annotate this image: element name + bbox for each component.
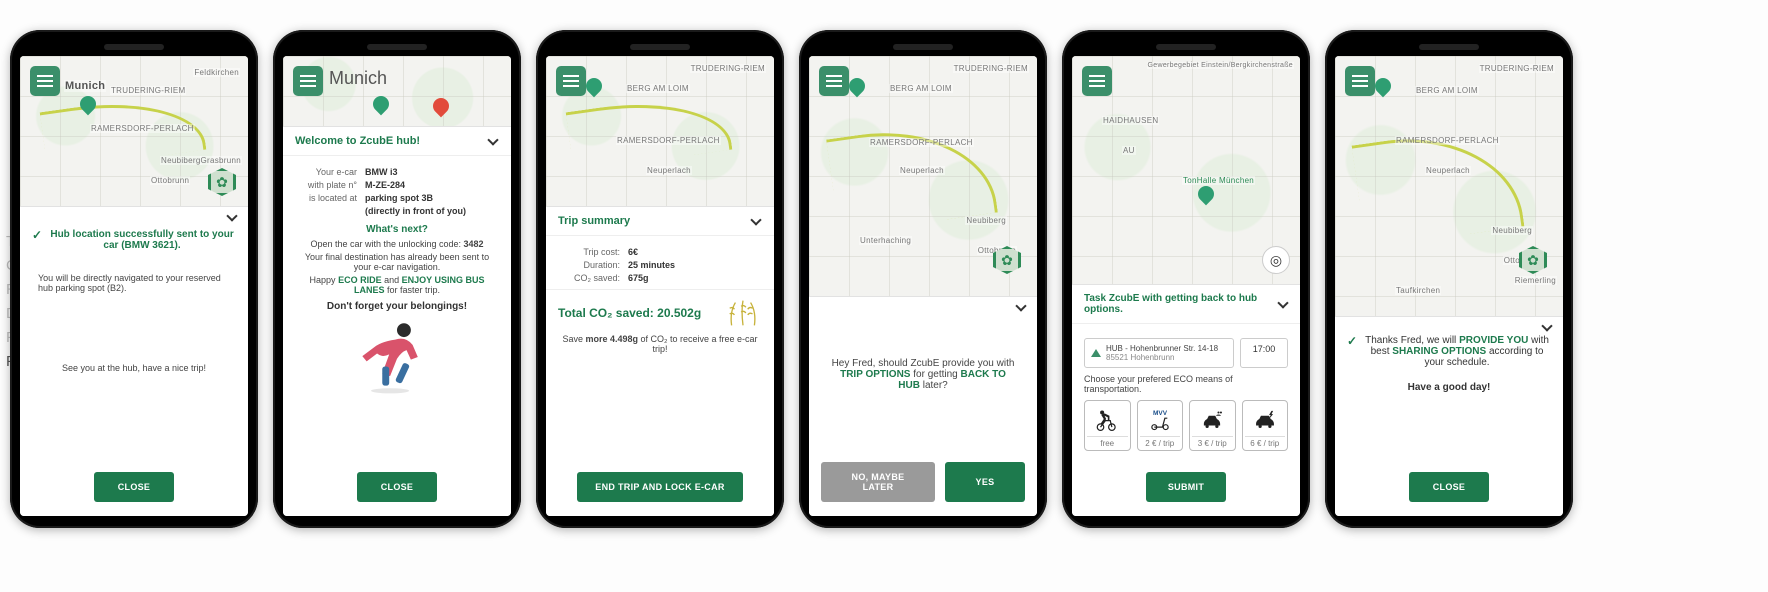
map[interactable]: Munich Feldkirchen TRUDERING-RIEM RAMERS…: [20, 56, 248, 206]
phone-speaker: [1156, 44, 1216, 50]
collapse-icon[interactable]: [750, 215, 762, 227]
screen-task-return: Gewerbegebiet Einstein/Bergkirchenstraße…: [1072, 56, 1300, 516]
confirmation-text: Hub location successfully sent to your c…: [48, 229, 236, 251]
phone-1: Munich Feldkirchen TRUDERING-RIEM RAMERS…: [10, 30, 258, 528]
collapse-icon[interactable]: [487, 135, 499, 147]
map-pin-dest-icon: [430, 95, 453, 118]
mode-mvv-scooter[interactable]: MVV 2 € / trip: [1137, 400, 1184, 451]
info-text: You will be directly navigated to your r…: [32, 273, 236, 293]
phone-2: Munich Welcome to ZcubE hub! Your e-carB…: [273, 30, 521, 528]
screen-trip-summary: TRUDERING-RIEM BERG AM LOIM RAMERSDORF-P…: [546, 56, 774, 516]
runner-illustration: [295, 318, 499, 399]
phone-5: Gewerbegebiet Einstein/Bergkirchenstraße…: [1062, 30, 1310, 528]
collapse-icon[interactable]: [1277, 298, 1288, 310]
check-icon: ✓: [1347, 335, 1357, 347]
locate-me-button[interactable]: ◎: [1262, 246, 1290, 274]
no-button[interactable]: NO, MAYBE LATER: [821, 462, 935, 502]
bottom-sheet: ✓ Thanks Fred, we will PROVIDE YOU with …: [1335, 316, 1563, 516]
bottom-sheet: Welcome to ZcubE hub! Your e-carBMW i3 w…: [283, 126, 511, 516]
submit-button[interactable]: SUBMIT: [1146, 472, 1226, 502]
map[interactable]: Munich: [283, 56, 511, 126]
phone-speaker: [630, 44, 690, 50]
destination-field[interactable]: HUB - Hohenbrunner Str. 14-18 85521 Hohe…: [1084, 338, 1234, 368]
phone-3: TRUDERING-RIEM BERG AM LOIM RAMERSDORF-P…: [536, 30, 784, 528]
hub-marker-icon: ✿: [208, 168, 236, 196]
mode-walk-bike[interactable]: free: [1084, 400, 1131, 451]
whats-next-heading: What's next?: [295, 224, 499, 235]
menu-button[interactable]: [1345, 66, 1375, 96]
transport-modes: free MVV 2 € / trip 3 € / trip 6 € /: [1084, 400, 1288, 451]
map-pin-start-icon: [583, 75, 606, 98]
mode-ride-share[interactable]: 3 € / trip: [1189, 400, 1236, 451]
hub-marker-icon: ✿: [1519, 246, 1547, 274]
end-trip-button[interactable]: END TRIP AND LOCK E-CAR: [577, 472, 742, 502]
good-day-text: Have a good day!: [1347, 382, 1551, 393]
menu-button[interactable]: [30, 66, 60, 96]
mvv-scooter-icon: MVV: [1147, 405, 1173, 433]
phone-6: TRUDERING-RIEM BERG AM LOIM RAMERSDORF-P…: [1325, 30, 1573, 528]
phone-mockup-row: Munich Feldkirchen TRUDERING-RIEM RAMERS…: [10, 30, 1573, 528]
screen-trip-options-prompt: TRUDERING-RIEM BERG AM LOIM RAMERSDORF-P…: [809, 56, 1037, 516]
mode-price: 2 € / trip: [1140, 436, 1181, 448]
menu-button[interactable]: [293, 66, 323, 96]
save-more-text: Save more 4.498g of CO₂ to receive a fre…: [558, 334, 762, 354]
mode-e-car[interactable]: 6 € / trip: [1242, 400, 1289, 451]
map-pin-dest-icon: [1195, 183, 1218, 206]
bottom-sheet: Trip summary Trip cost:6€ Duration:25 mi…: [546, 206, 774, 516]
close-button[interactable]: CLOSE: [94, 472, 174, 502]
belongings-reminder: Don't forget your belongings!: [295, 301, 499, 312]
city-title: Munich: [329, 68, 387, 89]
wheat-icon: [724, 298, 762, 328]
map[interactable]: TRUDERING-RIEM BERG AM LOIM RAMERSDORF-P…: [546, 56, 774, 206]
bottom-sheet: ✓ Hub location successfully sent to your…: [20, 206, 248, 516]
screen-hub-sent: Munich Feldkirchen TRUDERING-RIEM RAMERS…: [20, 56, 248, 516]
map-city-label: Munich: [64, 80, 106, 92]
map[interactable]: TRUDERING-RIEM BERG AM LOIM RAMERSDORF-P…: [1335, 56, 1563, 316]
eco-ride-text: Happy ECO RIDE and ENJOY USING BUS LANES…: [295, 275, 499, 295]
phone-speaker: [893, 44, 953, 50]
mode-price: 6 € / trip: [1245, 436, 1286, 448]
phone-4: TRUDERING-RIEM BERG AM LOIM RAMERSDORF-P…: [799, 30, 1047, 528]
mode-price: 3 € / trip: [1192, 436, 1233, 448]
check-icon: ✓: [32, 229, 42, 241]
bottom-sheet: Hey Fred, should ZcubE provide you with …: [809, 296, 1037, 516]
close-button[interactable]: CLOSE: [1409, 472, 1489, 502]
menu-button[interactable]: [1082, 66, 1112, 96]
destination-pin-icon: [1091, 349, 1101, 357]
mode-price: free: [1087, 436, 1128, 448]
map-pin-start-icon: [846, 75, 869, 98]
map-pin-start-icon: [370, 93, 393, 116]
choose-mode-text: Choose your prefered ECO means of transp…: [1084, 374, 1288, 394]
unlock-instruction: Open the car with the unlocking code: 34…: [295, 239, 499, 249]
yes-button[interactable]: YES: [945, 462, 1025, 502]
total-co2-line: Total CO₂ saved: 20.502g: [558, 298, 762, 328]
nav-sent-text: Your final destination has already been …: [295, 252, 499, 272]
collapse-icon[interactable]: [1541, 321, 1553, 333]
phone-speaker: [1419, 44, 1479, 50]
menu-button[interactable]: [819, 66, 849, 96]
sheet-title: Trip summary: [558, 215, 630, 227]
map-pin-start-icon: [1372, 75, 1395, 98]
confirmation-text: Thanks Fred, we will PROVIDE YOU with be…: [1363, 335, 1551, 368]
map[interactable]: TRUDERING-RIEM BERG AM LOIM RAMERSDORF-P…: [809, 56, 1037, 296]
prompt-text: Hey Fred, should ZcubE provide you with …: [821, 358, 1025, 391]
bottom-sheet: Task ZcubE with getting back to hub opti…: [1072, 284, 1300, 516]
screen-confirmation: TRUDERING-RIEM BERG AM LOIM RAMERSDORF-P…: [1335, 56, 1563, 516]
collapse-icon[interactable]: [1015, 301, 1027, 313]
sheet-title: Welcome to ZcubE hub!: [295, 135, 420, 147]
farewell-text: See you at the hub, have a nice trip!: [32, 363, 236, 373]
screen-welcome-hub: Munich Welcome to ZcubE hub! Your e-carB…: [283, 56, 511, 516]
e-car-icon: [1252, 405, 1278, 433]
svg-text:MVV: MVV: [1153, 410, 1168, 417]
menu-button[interactable]: [556, 66, 586, 96]
sheet-title: Task ZcubE with getting back to hub opti…: [1084, 293, 1277, 315]
map[interactable]: Gewerbegebiet Einstein/Bergkirchenstraße…: [1072, 56, 1300, 284]
ride-share-icon: [1199, 405, 1225, 433]
collapse-icon[interactable]: [226, 211, 238, 223]
phone-speaker: [367, 44, 427, 50]
close-button[interactable]: CLOSE: [357, 472, 437, 502]
walk-bike-icon: [1094, 405, 1120, 433]
time-field[interactable]: 17:00: [1240, 338, 1288, 368]
phone-speaker: [104, 44, 164, 50]
